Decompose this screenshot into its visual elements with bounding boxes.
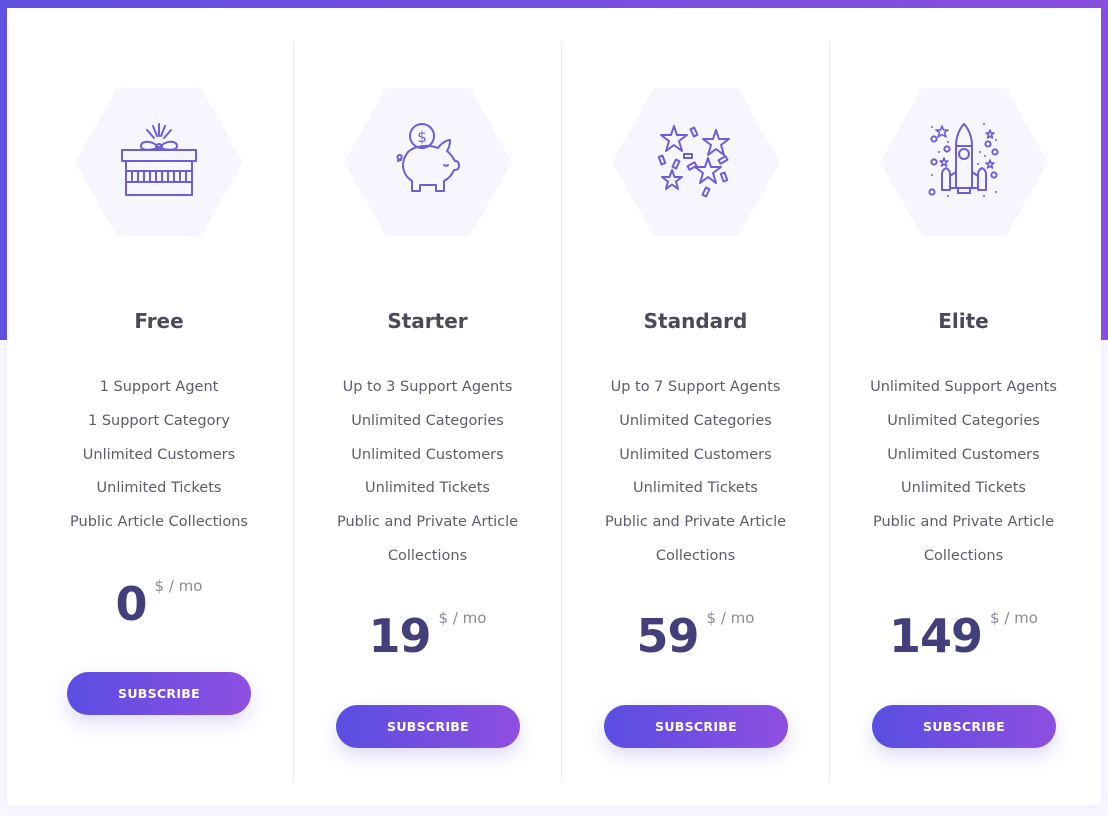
feature-item: 1 Support Category	[88, 412, 230, 429]
feature-item: Public and Private Article Collections	[872, 514, 1055, 564]
price: 149 $ / mo	[830, 609, 1097, 663]
feature-item: Unlimited Tickets	[96, 480, 222, 497]
feature-item: Up to 7 Support Agents	[610, 379, 781, 395]
plan-elite: Elite Unlimited Support Agents Unlimited…	[829, 41, 1097, 781]
feature-item: Unlimited Categories	[351, 412, 504, 429]
feature-item: Unlimited Tickets	[365, 480, 490, 497]
plan-free: Free 1 Support Agent 1 Support Category …	[25, 41, 293, 781]
svg-text:$: $	[417, 128, 427, 146]
feature-item: Unlimited Customers	[619, 446, 772, 463]
feature-item: Unlimited Support Agents	[870, 379, 1057, 395]
feature-list: Unlimited Support Agents Unlimited Categ…	[830, 371, 1097, 574]
feature-item: Up to 3 Support Agents	[342, 379, 513, 395]
subscribe-button-elite[interactable]: SUBSCRIBE	[872, 705, 1056, 748]
feature-item: Unlimited Customers	[887, 446, 1040, 463]
price-amount: 149	[889, 609, 983, 663]
feature-item: Unlimited Customers	[82, 446, 236, 463]
feature-item: Public and Private Article Collections	[604, 514, 787, 564]
subscribe-button-starter[interactable]: SUBSCRIBE	[336, 705, 520, 748]
feature-item: Unlimited Categories	[619, 412, 772, 429]
feature-item: Unlimited Tickets	[633, 480, 758, 497]
plan-name: Starter	[387, 309, 468, 333]
plan-starter: $ Starter Up to 3 Support Agents Unlimit…	[293, 41, 561, 781]
subscribe-button-standard[interactable]: SUBSCRIBE	[604, 705, 788, 748]
feature-list: 1 Support Agent 1 Support Category Unlim…	[25, 371, 293, 540]
feature-item: 1 Support Agent	[99, 379, 219, 395]
plan-name: Free	[134, 309, 184, 333]
rocket-icon	[924, 118, 1004, 202]
price-amount: 59	[636, 609, 700, 663]
plan-name: Standard	[643, 309, 748, 333]
piggy-bank-icon: $	[388, 118, 468, 202]
price: 0 $ / mo	[25, 577, 293, 631]
feature-item: Public and Private Article Collections	[336, 514, 519, 564]
stars-icon	[656, 118, 736, 202]
feature-item: Unlimited Customers	[351, 446, 504, 463]
price-unit: $ / mo	[990, 609, 1038, 627]
pricing-plans: Free 1 Support Agent 1 Support Category …	[25, 41, 1097, 781]
gift-icon	[119, 118, 199, 202]
plan-standard: Standard Up to 7 Support Agents Unlimite…	[561, 41, 829, 781]
price-amount: 19	[368, 609, 432, 663]
plan-name: Elite	[938, 309, 989, 333]
feature-item: Public Article Collections	[70, 514, 248, 531]
feature-item: Unlimited Tickets	[901, 480, 1026, 497]
price-unit: $ / mo	[706, 609, 755, 627]
feature-item: Unlimited Categories	[887, 412, 1040, 429]
feature-list: Up to 3 Support Agents Unlimited Categor…	[294, 371, 561, 574]
price: 59 $ / mo	[562, 609, 829, 663]
price-unit: $ / mo	[154, 577, 203, 595]
feature-list: Up to 7 Support Agents Unlimited Categor…	[562, 371, 829, 574]
price: 19 $ / mo	[294, 609, 561, 663]
subscribe-button-free[interactable]: SUBSCRIBE	[67, 672, 251, 715]
pricing-card: Free 1 Support Agent 1 Support Category …	[7, 8, 1101, 805]
price-unit: $ / mo	[438, 609, 487, 627]
price-amount: 0	[115, 577, 148, 631]
